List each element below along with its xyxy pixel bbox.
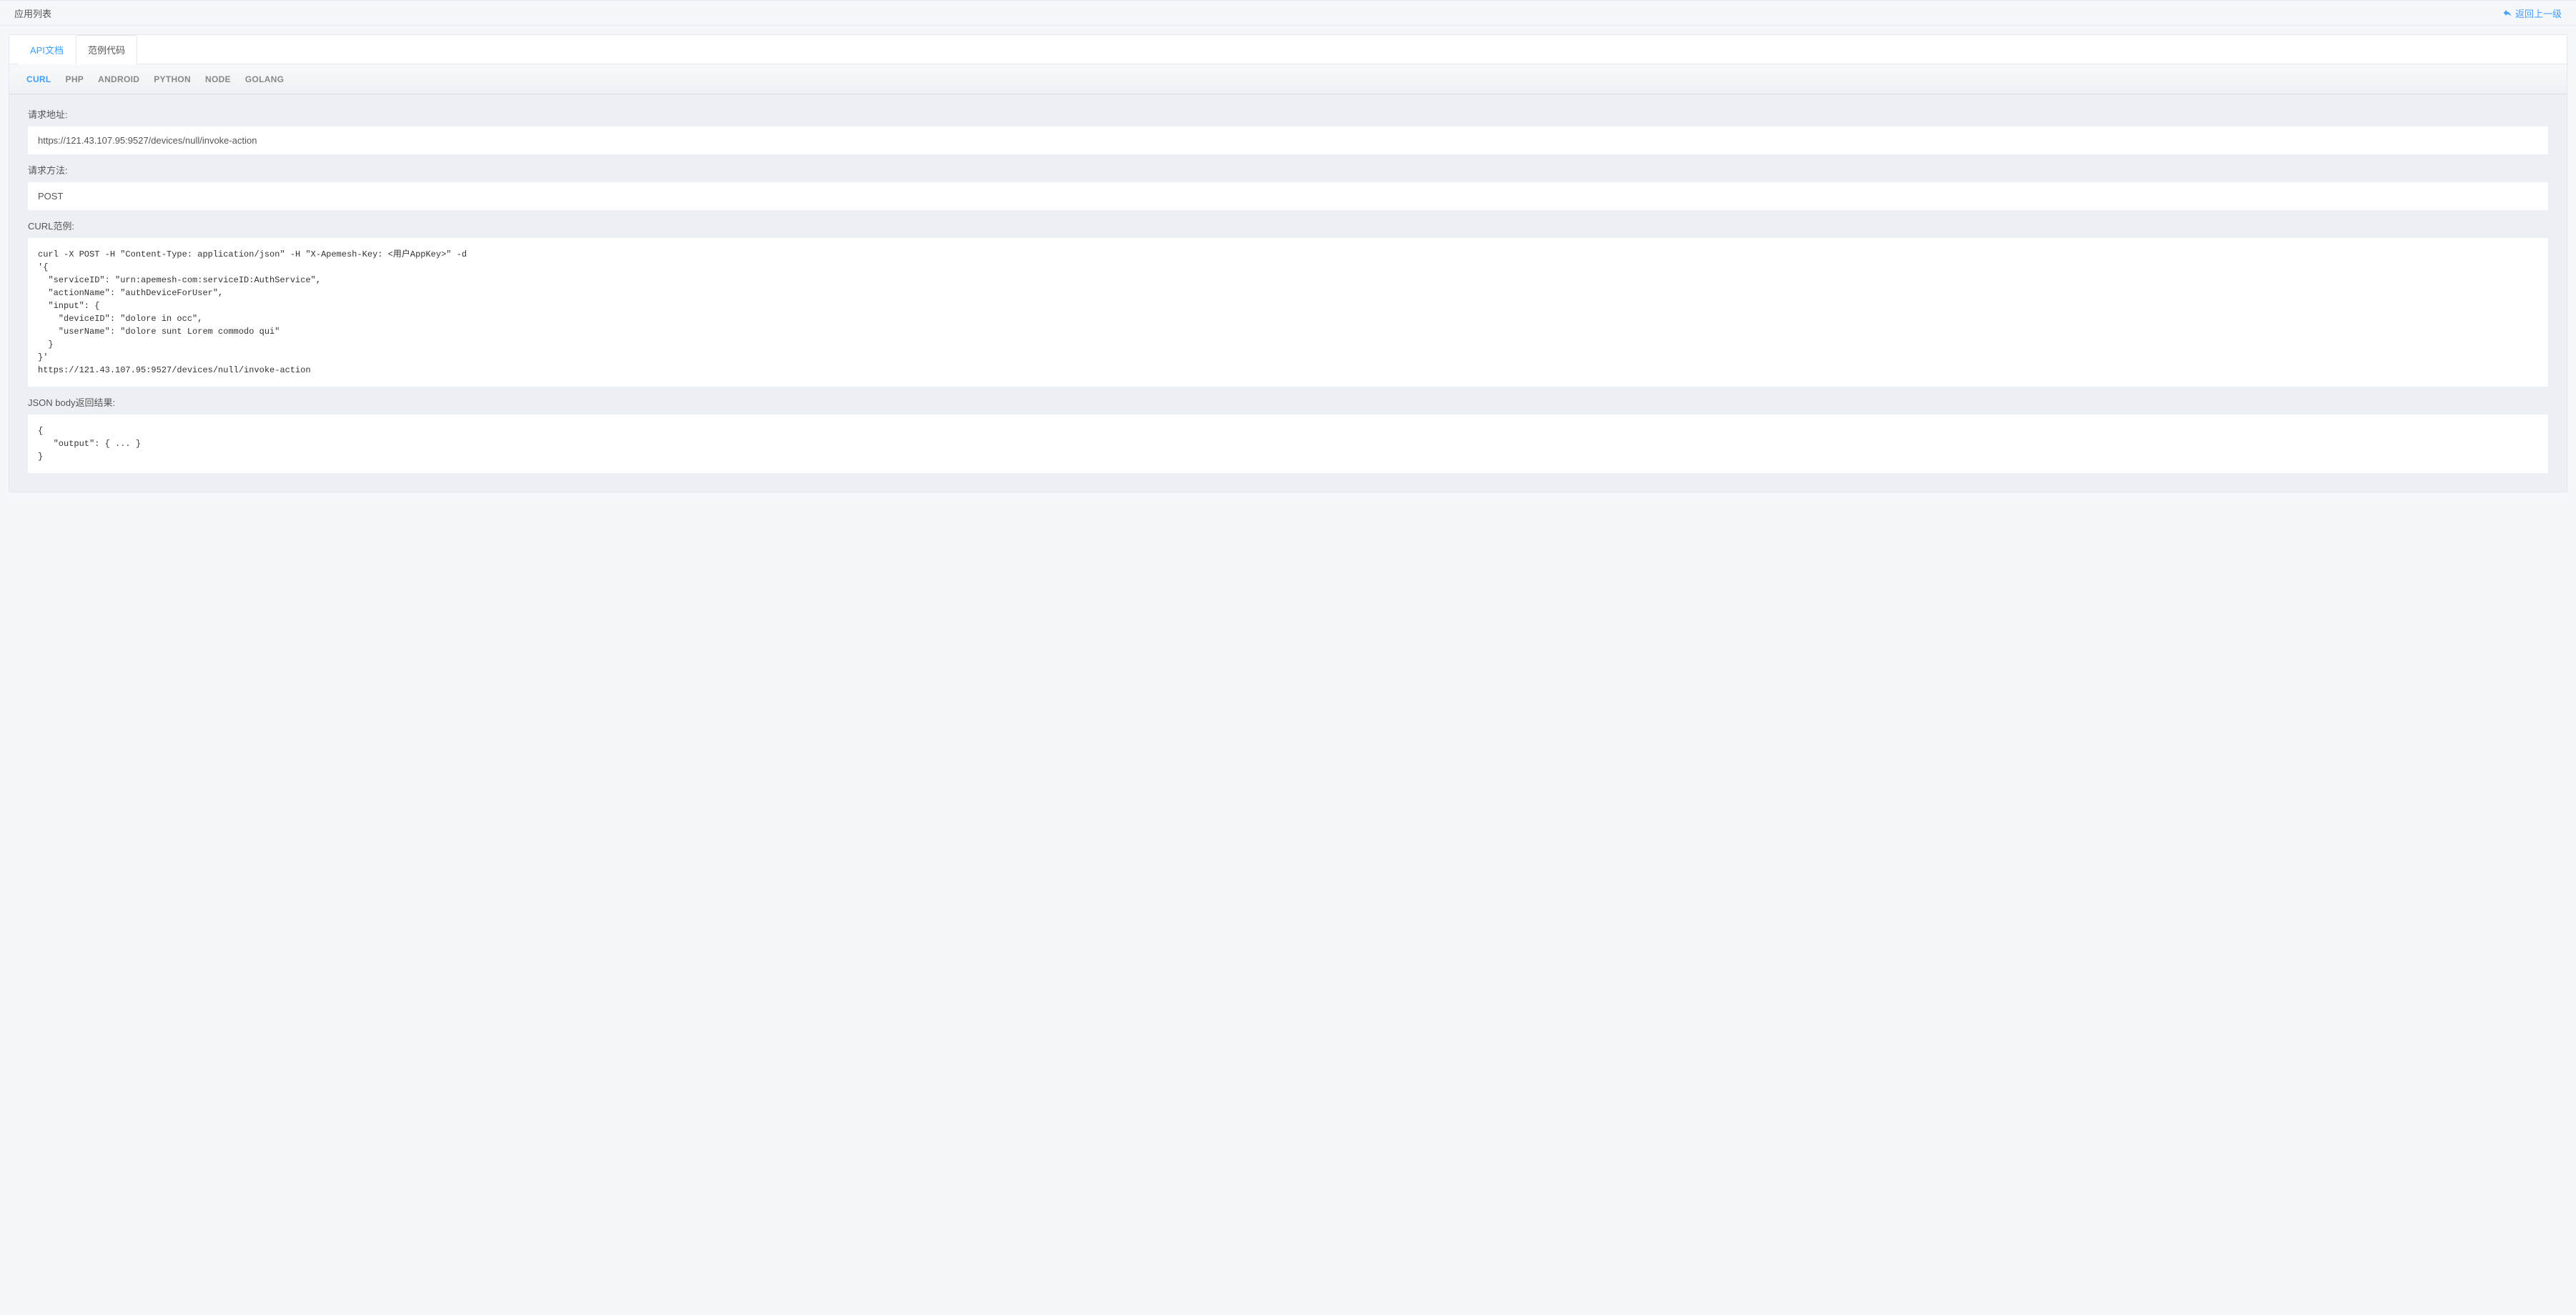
- tab-api-doc[interactable]: API文档: [18, 35, 76, 64]
- tabs-nav: API文档 范例代码: [9, 35, 2567, 64]
- curl-example-label: CURL范例:: [28, 219, 2548, 232]
- lang-tab-android[interactable]: ANDROID: [91, 74, 147, 84]
- main-container: API文档 范例代码 CURL PHP ANDROID PYTHON NODE …: [9, 34, 2567, 492]
- curl-example-value: curl -X POST -H "Content-Type: applicati…: [28, 238, 2548, 387]
- lang-tab-php[interactable]: PHP: [59, 74, 91, 84]
- request-method-label: 请求方法:: [28, 163, 2548, 177]
- lang-tab-node[interactable]: NODE: [198, 74, 238, 84]
- json-body-label: JSON body返回结果:: [28, 395, 2548, 409]
- content-panel: CURL PHP ANDROID PYTHON NODE GOLANG 请求地址…: [9, 64, 2567, 492]
- back-link[interactable]: 返回上一级: [2502, 6, 2562, 20]
- lang-tab-python[interactable]: PYTHON: [147, 74, 198, 84]
- json-body-value: { "output": { ... } }: [28, 415, 2548, 473]
- lang-tabs: CURL PHP ANDROID PYTHON NODE GOLANG: [9, 64, 2567, 94]
- lang-tab-golang[interactable]: GOLANG: [238, 74, 291, 84]
- reply-icon: [2502, 8, 2512, 18]
- request-url-value: https://121.43.107.95:9527/devices/null/…: [28, 126, 2548, 154]
- header-bar: 应用列表 返回上一级: [0, 0, 2576, 26]
- lang-tab-curl[interactable]: CURL: [19, 74, 59, 84]
- back-link-label: 返回上一级: [2515, 6, 2562, 20]
- tab-sample-code[interactable]: 范例代码: [76, 35, 137, 64]
- sections: 请求地址: https://121.43.107.95:9527/devices…: [9, 94, 2567, 492]
- page-title: 应用列表: [14, 6, 51, 20]
- request-url-label: 请求地址:: [28, 107, 2548, 121]
- request-method-value: POST: [28, 182, 2548, 210]
